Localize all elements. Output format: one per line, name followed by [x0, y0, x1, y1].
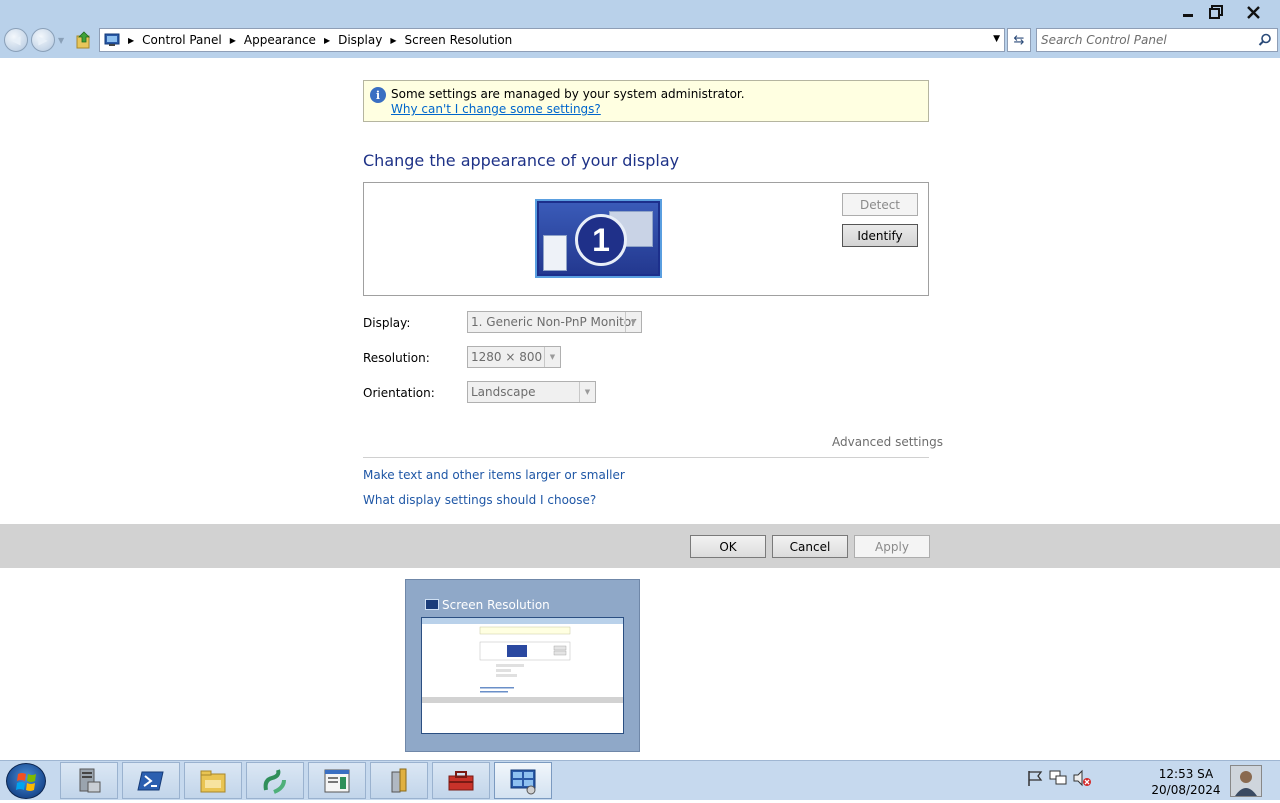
control-panel-icon	[104, 33, 120, 46]
avatar	[1231, 766, 1261, 796]
taskbar-event-viewer[interactable]	[308, 762, 366, 799]
taskbar-network-tool[interactable]	[246, 762, 304, 799]
windows-logo-icon	[16, 773, 36, 791]
orientation-label: Orientation:	[363, 386, 435, 400]
powershell-icon	[137, 771, 164, 790]
chevron-down-icon: ▼	[625, 312, 641, 332]
taskbar-control-panel[interactable]	[494, 762, 552, 799]
info-message: Some settings are managed by your system…	[391, 87, 745, 101]
advanced-settings-link[interactable]: Advanced settings	[832, 435, 943, 449]
breadcrumb-separator-icon[interactable]: ▶	[324, 36, 330, 45]
network-icon[interactable]	[1049, 769, 1067, 787]
resolution-label: Resolution:	[363, 351, 430, 365]
refresh-icon: ⇆	[1013, 32, 1025, 48]
identify-button[interactable]: Identify	[842, 224, 918, 247]
title-bar	[0, 0, 1280, 24]
flag-icon[interactable]	[1026, 769, 1044, 787]
breadcrumb-separator-icon: ▶	[128, 35, 135, 45]
display-value: 1. Generic Non-PnP Monitor	[471, 315, 637, 329]
minimize-icon[interactable]	[1176, 2, 1200, 22]
taskbar-server-manager[interactable]	[60, 762, 118, 799]
text-size-link[interactable]: Make text and other items larger or smal…	[363, 468, 625, 482]
main-content: i Some settings are managed by your syst…	[0, 58, 1280, 524]
taskbar-toolbox[interactable]	[432, 762, 490, 799]
thumbnail-title: Screen Resolution	[442, 598, 550, 612]
chevron-down-icon: ▼	[579, 382, 595, 402]
resolution-value: 1280 × 800	[471, 350, 543, 364]
clock-date: 20/08/2024	[1151, 783, 1221, 797]
display-arrangement-panel: 1 Detect Identify	[363, 182, 929, 296]
up-folder-icon[interactable]	[75, 30, 93, 50]
taskbar-tools[interactable]	[370, 762, 428, 799]
recent-pages-dropdown-icon[interactable]: ▼	[58, 36, 64, 45]
monitor-number: 1	[575, 214, 627, 266]
volume-muted-icon[interactable]	[1072, 769, 1092, 787]
control-panel-icon	[510, 769, 536, 794]
resolution-select[interactable]: 1280 × 800 ▼	[467, 346, 561, 368]
display-settings-help-link[interactable]: What display settings should I choose?	[363, 493, 596, 507]
chevron-down-icon: ▼	[544, 347, 560, 367]
address-dropdown-icon[interactable]: ▼	[993, 34, 1000, 44]
info-icon: i	[370, 87, 386, 103]
control-panel-icon	[425, 599, 439, 610]
event-viewer-icon	[324, 769, 350, 792]
restore-icon[interactable]	[1204, 2, 1228, 22]
search-box[interactable]	[1036, 28, 1278, 52]
clock-time: 12:53 SA	[1158, 767, 1214, 781]
monitor-1-icon[interactable]: 1	[535, 199, 662, 278]
cancel-button[interactable]: Cancel	[772, 535, 848, 558]
display-select[interactable]: 1. Generic Non-PnP Monitor ▼	[467, 311, 642, 333]
back-arrow-icon: ◀	[11, 33, 21, 47]
monitor-screen: 1	[539, 203, 658, 274]
breadcrumb-separator-icon[interactable]: ▶	[230, 36, 236, 45]
forward-button[interactable]: ▶	[31, 28, 55, 52]
breadcrumb-appearance[interactable]: Appearance	[244, 33, 316, 47]
breadcrumb-display[interactable]: Display	[338, 33, 382, 47]
orientation-select[interactable]: Landscape ▼	[467, 381, 596, 403]
file-explorer-icon	[200, 770, 226, 792]
taskbar: 12:53 SA 20/08/2024	[0, 760, 1280, 800]
window-preview	[543, 235, 567, 271]
taskbar-thumbnail-preview[interactable]: Screen Resolution	[405, 579, 640, 752]
navigation-bar: ◀ ▶ ▼ ▶ Control Panel ▶ Appearance ▶ Dis…	[0, 24, 1280, 58]
breadcrumb-control-panel[interactable]: Control Panel	[142, 33, 222, 47]
start-button[interactable]	[6, 763, 46, 799]
network-tool-icon	[263, 768, 286, 794]
back-button[interactable]: ◀	[4, 28, 28, 52]
detect-button[interactable]: Detect	[842, 193, 918, 216]
orientation-value: Landscape	[471, 385, 536, 399]
thumbnail-window-image	[421, 617, 624, 734]
divider	[363, 457, 929, 458]
why-cant-change-link[interactable]: Why can't I change some settings?	[391, 102, 601, 116]
taskbar-powershell[interactable]	[122, 762, 180, 799]
admin-info-bar: i Some settings are managed by your syst…	[363, 80, 929, 122]
refresh-button[interactable]: ⇆	[1007, 28, 1031, 52]
tools-icon	[391, 768, 407, 792]
breadcrumb-separator-icon[interactable]: ▶	[390, 36, 396, 45]
address-bar[interactable]: ▶ Control Panel ▶ Appearance ▶ Display ▶…	[99, 28, 1005, 52]
taskbar-file-explorer[interactable]	[184, 762, 242, 799]
page-title: Change the appearance of your display	[363, 151, 680, 170]
display-label: Display:	[363, 316, 411, 330]
dialog-button-bar: OK Cancel Apply	[0, 524, 1280, 568]
breadcrumb-screen-resolution[interactable]: Screen Resolution	[405, 33, 513, 47]
close-icon[interactable]	[1241, 2, 1265, 22]
forward-arrow-icon: ▶	[38, 33, 48, 47]
apply-button[interactable]: Apply	[854, 535, 930, 558]
server-manager-icon	[79, 768, 101, 792]
search-icon[interactable]	[1258, 33, 1272, 47]
search-input[interactable]	[1041, 31, 1251, 49]
user-avatar[interactable]	[1230, 765, 1262, 797]
system-clock[interactable]: 12:53 SA 20/08/2024	[1150, 766, 1222, 798]
toolbox-icon	[448, 770, 474, 790]
ok-button[interactable]: OK	[690, 535, 766, 558]
